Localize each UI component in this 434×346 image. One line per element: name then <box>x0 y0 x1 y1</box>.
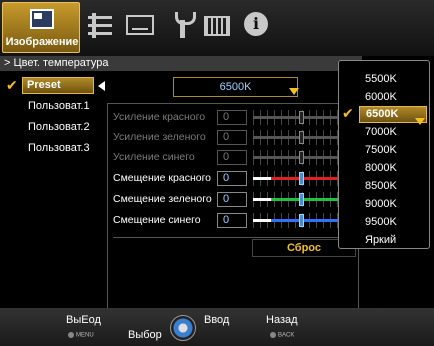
adjust-label: Усиление синего <box>113 151 195 163</box>
adjust-row-gain-green: Усиление зеленого 0 <box>108 130 360 146</box>
dropdown-indicator-icon <box>289 88 299 95</box>
slider-knob <box>299 111 304 124</box>
divider <box>113 237 358 238</box>
adjust-row-offset-blue[interactable]: Смещение синего 0 <box>108 213 360 229</box>
grid-icon[interactable] <box>204 16 230 36</box>
color-temp-value-text: 6500K <box>219 81 252 93</box>
info-icon[interactable]: i <box>244 12 268 36</box>
dropdown-item[interactable]: 8000K <box>339 160 431 177</box>
back-label: Назад <box>266 314 298 326</box>
exit-label: ВыЕод <box>66 314 101 326</box>
preset-user2[interactable]: Пользоват.2 <box>28 121 90 133</box>
adjust-row-gain-blue: Усиление синего 0 <box>108 150 360 166</box>
preset-label: Preset <box>22 77 94 94</box>
back-key-hint: BACK <box>270 332 294 339</box>
dpad-icon <box>170 315 196 341</box>
dropdown-item[interactable]: 7500K <box>339 142 431 159</box>
adjust-row-offset-red[interactable]: Смещение красного 0 <box>108 171 360 187</box>
wrench-icon[interactable] <box>170 12 196 38</box>
adjust-label: Усиление красного <box>113 111 206 123</box>
color-temp-value[interactable]: 6500K <box>173 77 299 97</box>
button-dot-icon <box>68 332 74 338</box>
adjust-label: Усиление зеленого <box>113 131 206 143</box>
preset-selector[interactable]: ✔ Preset <box>0 77 105 94</box>
dropdown-item[interactable]: 9000K <box>339 196 431 213</box>
dropdown-item[interactable]: 7000K <box>339 124 431 141</box>
dropdown-item[interactable]: 6000K <box>339 89 431 106</box>
dropdown-item[interactable]: 8500K <box>339 178 431 195</box>
adjust-label: Смещение красного <box>113 172 212 184</box>
adjust-value[interactable]: 0 <box>217 213 247 228</box>
footer-bar: ВыЕод MENU Выбор Ввод Назад BACK <box>0 308 434 346</box>
dropdown-item[interactable]: Яркий <box>339 232 431 249</box>
adjust-label: Смещение зеленого <box>113 193 212 205</box>
dropdown-item[interactable]: 9500K <box>339 214 431 231</box>
adjust-row-gain-red: Усиление красного 0 <box>108 110 360 126</box>
enter-label: Ввод <box>204 314 230 326</box>
tab-picture[interactable]: Изображение <box>2 2 80 53</box>
breadcrumb: > Цвет. температура <box>0 56 362 71</box>
preset-user1[interactable]: Пользоват.1 <box>28 100 90 112</box>
adjust-value[interactable]: 0 <box>217 171 247 186</box>
slider-knob <box>299 151 304 164</box>
slider-knob <box>299 131 304 144</box>
check-icon: ✔ <box>6 77 18 93</box>
button-dot-icon <box>270 332 276 338</box>
menu-key-hint: MENU <box>68 332 94 339</box>
top-tab-bar: Изображение i <box>0 0 434 56</box>
dropdown-item[interactable]: 5500K <box>339 71 431 88</box>
slider-knob[interactable] <box>299 214 304 227</box>
adjust-value: 0 <box>217 130 247 145</box>
preset-user3[interactable]: Пользоват.3 <box>28 142 90 154</box>
tab-picture-label: Изображение <box>5 36 79 48</box>
slider-knob[interactable] <box>299 193 304 206</box>
select-label: Выбор <box>128 329 162 341</box>
slider-knob[interactable] <box>299 172 304 185</box>
picture-icon <box>30 9 54 29</box>
adjust-icon[interactable] <box>88 12 114 38</box>
color-temp-dropdown[interactable]: 5500K 6000K ✔ 6500K 7000K 7500K 8000K 85… <box>338 60 430 249</box>
adjust-row-offset-green[interactable]: Смещение зеленого 0 <box>108 192 360 208</box>
arrow-left-icon <box>98 81 105 91</box>
adjust-value: 0 <box>217 150 247 165</box>
check-icon: ✔ <box>342 105 354 121</box>
screen-icon[interactable] <box>126 15 154 35</box>
adjust-value[interactable]: 0 <box>217 192 247 207</box>
adjust-value: 0 <box>217 110 247 125</box>
adjustments-panel: Усиление красного 0 Усиление зеленого 0 … <box>107 103 359 309</box>
adjust-label: Смещение синего <box>113 214 201 226</box>
